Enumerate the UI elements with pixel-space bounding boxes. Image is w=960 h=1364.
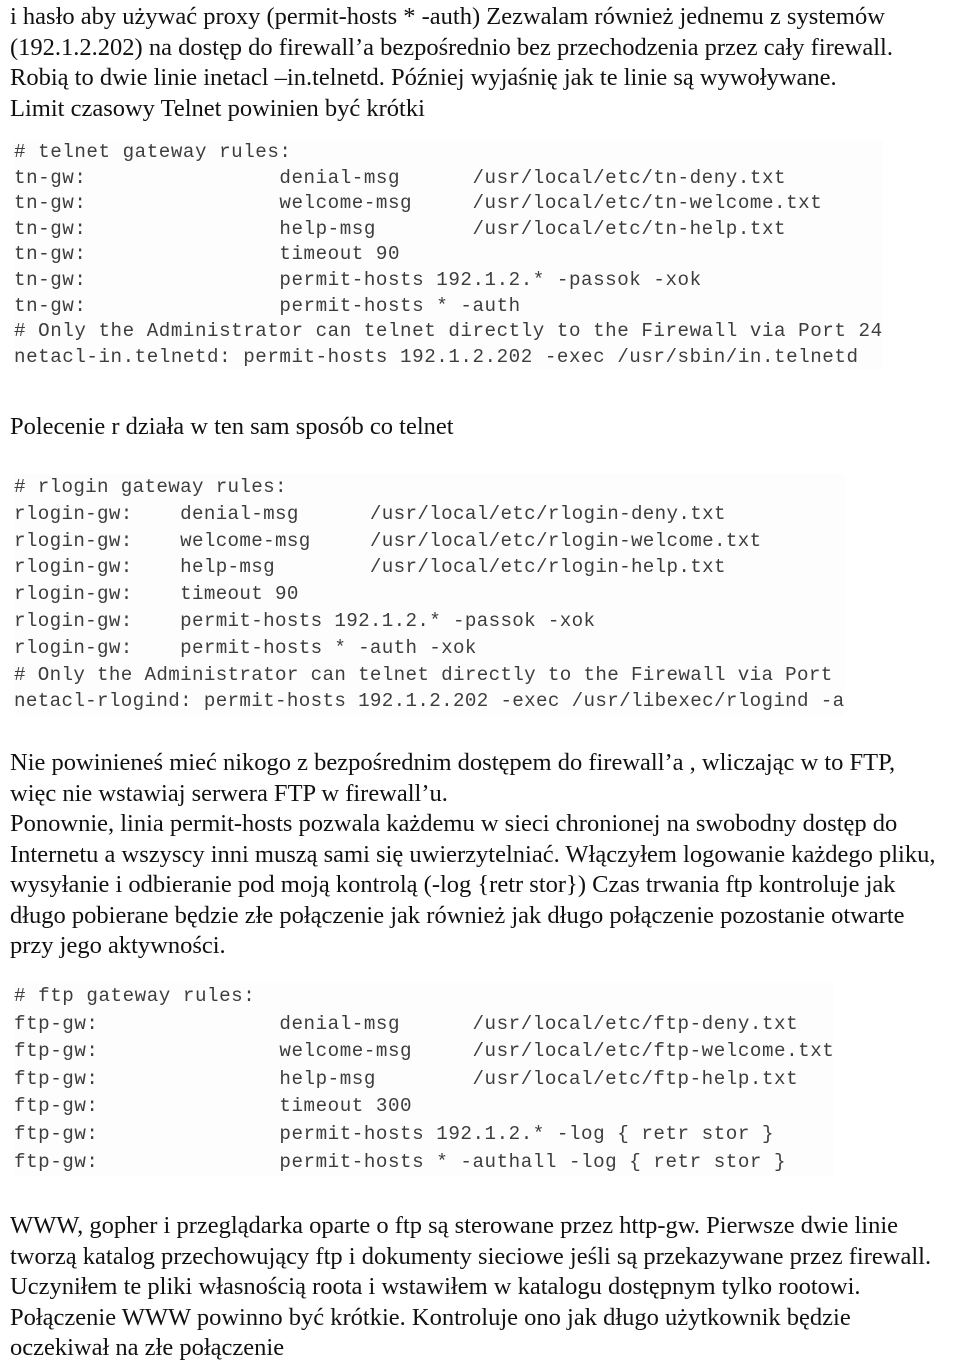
code-line: rlogin-gw: welcome-msg /usr/local/etc/rl… <box>14 529 762 552</box>
code-line: tn-gw: permit-hosts * -auth <box>14 294 521 317</box>
code-line: # telnet gateway rules: <box>14 141 292 163</box>
code-line: # rlogin gateway rules: <box>14 476 287 498</box>
code-block-rlogin-gateway-rules: # rlogin gateway rules: rlogin-gw: denial… <box>14 474 845 716</box>
code-line: rlogin-gw: permit-hosts 192.1.2.* -passo… <box>14 609 596 632</box>
paragraph-line: WWW, gopher i przeglądarka oparte o ftp … <box>10 1212 899 1239</box>
paragraph-line: oczekiwał na złe połączenie <box>10 1334 285 1361</box>
code-line: # Only the Administrator can telnet dire… <box>14 663 833 686</box>
paragraph-line: i hasło aby używać proxy (permit-hosts *… <box>10 3 885 30</box>
code-line: # ftp gateway rules: <box>14 985 256 1007</box>
document-page: i hasło aby używać proxy (permit-hosts *… <box>0 0 960 1361</box>
paragraph-line: Limit czasowy Telnet powinien być krótki <box>10 94 425 122</box>
code-line: tn-gw: welcome-msg /usr/local/etc/tn-wel… <box>14 192 823 215</box>
paragraph-line: Uczyniłem te pliki własnością roota i ws… <box>10 1273 861 1300</box>
code-line: # Only the Administrator can telnet dire… <box>14 320 883 343</box>
paragraph-line: Nie powinieneś mieć nikogo z bezpośredni… <box>10 749 896 776</box>
paragraph-line: wysyłanie i odbieranie pod moją kontrolą… <box>10 871 896 898</box>
paragraph-line: Robią to dwie linie inetacl –in.telnetd.… <box>10 64 837 91</box>
code-line: ftp-gw: denial-msg /usr/local/etc/ftp-de… <box>14 1012 799 1035</box>
code-line: ftp-gw: help-msg /usr/local/etc/ftp-help… <box>14 1067 799 1090</box>
code-line: ftp-gw: timeout 300 <box>14 1095 413 1118</box>
paragraph-rlogin-caption: Polecenie r działa w ten sam sposób co t… <box>8 412 956 443</box>
paragraph-www-note: WWW, gopher i przeglądarka oparte o ftp … <box>8 1211 956 1364</box>
paragraph-line: tworzą katalog przechowujący ftp i dokum… <box>10 1242 932 1270</box>
code-line: rlogin-gw: permit-hosts * -auth -xok <box>14 636 477 659</box>
paragraph-line: Polecenie r działa w ten sam sposób co t… <box>10 413 454 440</box>
paragraph-ftp-note: Nie powinieneś mieć nikogo z bezpośredni… <box>8 748 956 962</box>
code-line: ftp-gw: permit-hosts 192.1.2.* -log { re… <box>14 1122 775 1145</box>
code-line: ftp-gw: permit-hosts * -authall -log { r… <box>14 1150 787 1173</box>
paragraph-line: Ponownie, linia permit-hosts pozwala każ… <box>10 810 898 837</box>
code-line: tn-gw: denial-msg /usr/local/etc/tn-deny… <box>14 166 787 189</box>
code-block-telnet-gateway-rules: # telnet gateway rules: tn-gw: denial-msg… <box>14 140 883 371</box>
code-line: netacl-in.telnetd: permit-hosts 192.1.2.… <box>14 345 859 368</box>
paragraph-intro: i hasło aby używać proxy (permit-hosts *… <box>8 2 956 124</box>
paragraph-line: przy jego aktywności. <box>10 932 226 959</box>
paragraph-line: więc nie wstawiaj serwera FTP w firewall… <box>10 779 448 807</box>
paragraph-line: długo pobierane będzie złe połączenie ja… <box>10 901 905 929</box>
code-line: rlogin-gw: help-msg /usr/local/etc/rlogi… <box>14 556 726 579</box>
code-line: tn-gw: help-msg /usr/local/etc/tn-help.t… <box>14 217 787 240</box>
paragraph-line: (192.1.2.202) na dostęp do firewall’a be… <box>10 33 893 61</box>
code-line: tn-gw: permit-hosts 192.1.2.* -passok -x… <box>14 268 702 291</box>
code-line: netacl-rlogind: permit-hosts 192.1.2.202… <box>14 690 845 713</box>
code-line: rlogin-gw: timeout 90 <box>14 583 299 606</box>
code-line: ftp-gw: welcome-msg /usr/local/etc/ftp-w… <box>14 1040 835 1063</box>
code-line: rlogin-gw: denial-msg /usr/local/etc/rlo… <box>14 502 726 525</box>
paragraph-line: Połączenie WWW powinno być krótkie. Kont… <box>10 1303 851 1331</box>
paragraph-line: Internetu a wszyscy inni muszą sami się … <box>10 840 936 868</box>
code-line: tn-gw: timeout 90 <box>14 243 401 266</box>
code-block-ftp-gateway-rules: # ftp gateway rules: ftp-gw: denial-msg /… <box>14 983 835 1177</box>
